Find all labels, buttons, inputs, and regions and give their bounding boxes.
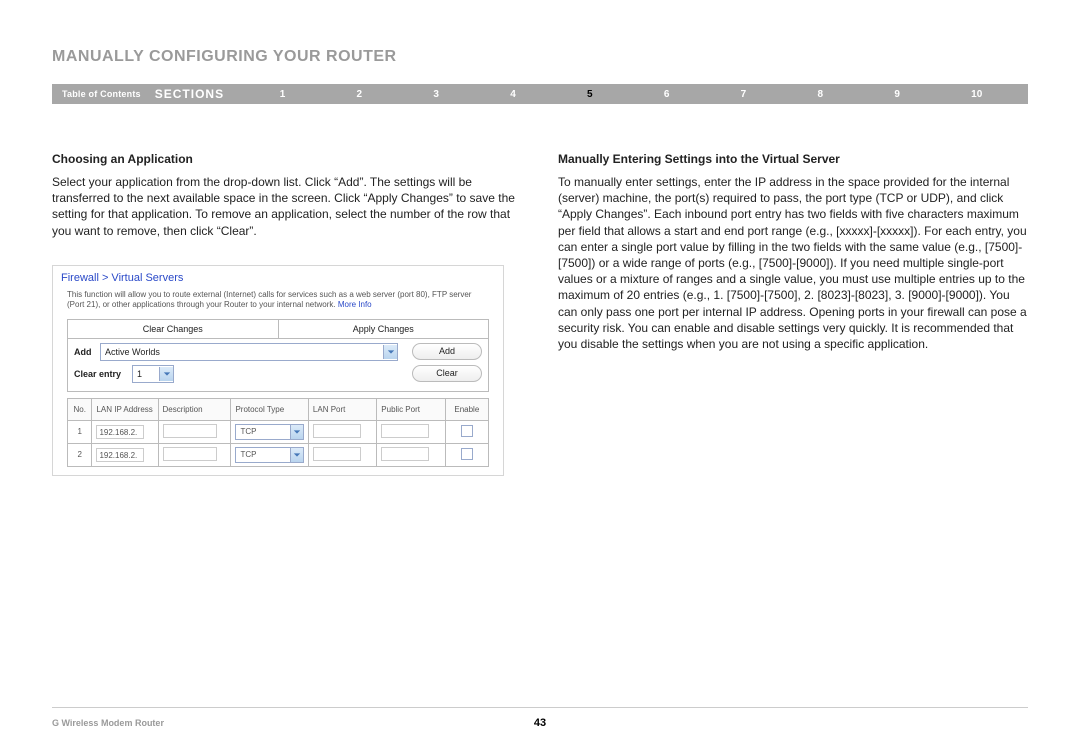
section-link-3[interactable]: 3 bbox=[433, 89, 439, 100]
public-port-field[interactable] bbox=[377, 420, 445, 443]
ip-field[interactable]: 192.168.2. bbox=[92, 443, 158, 466]
protocol-select[interactable]: TCP bbox=[231, 420, 308, 443]
row-no: 1 bbox=[68, 420, 92, 443]
clear-button[interactable]: Clear bbox=[412, 365, 482, 382]
section-link-1[interactable]: 1 bbox=[280, 89, 286, 100]
protocol-select[interactable]: TCP bbox=[231, 443, 308, 466]
table-row: 2192.168.2. TCP bbox=[68, 443, 489, 466]
col-proto: Protocol Type bbox=[231, 398, 308, 420]
section-link-8[interactable]: 8 bbox=[818, 89, 824, 100]
toc-link[interactable]: Table of Contents bbox=[52, 89, 155, 99]
public-port-field[interactable] bbox=[377, 443, 445, 466]
shot-description: This function will allow you to route ex… bbox=[61, 290, 495, 311]
section-link-6[interactable]: 6 bbox=[664, 89, 670, 100]
row-no: 2 bbox=[68, 443, 92, 466]
add-label: Add bbox=[74, 347, 100, 357]
apply-changes-button[interactable]: Apply Changes bbox=[279, 320, 489, 338]
application-select[interactable]: Active Worlds bbox=[100, 343, 398, 361]
clear-entry-select[interactable]: 1 bbox=[132, 365, 174, 383]
enable-checkbox[interactable] bbox=[445, 443, 488, 466]
enable-checkbox[interactable] bbox=[445, 420, 488, 443]
section-link-4[interactable]: 4 bbox=[510, 89, 516, 100]
section-link-5[interactable]: 5 bbox=[587, 89, 593, 100]
chevron-down-icon bbox=[159, 367, 173, 381]
footer-product: G Wireless Modem Router bbox=[52, 718, 164, 728]
section-link-9[interactable]: 9 bbox=[894, 89, 900, 100]
right-heading: Manually Entering Settings into the Virt… bbox=[558, 152, 1028, 166]
col-desc: Description bbox=[158, 398, 231, 420]
clear-changes-button[interactable]: Clear Changes bbox=[68, 320, 279, 338]
breadcrumb[interactable]: Firewall > Virtual Servers bbox=[61, 272, 495, 284]
lan-port-field[interactable] bbox=[308, 443, 376, 466]
chevron-down-icon bbox=[383, 345, 397, 359]
more-info-link[interactable]: More Info bbox=[338, 300, 372, 309]
footer-divider bbox=[52, 707, 1028, 708]
section-link-7[interactable]: 7 bbox=[741, 89, 747, 100]
col-no: No. bbox=[68, 398, 92, 420]
section-navbar: Table of Contents SECTIONS 1 2 3 4 5 6 7 8 9 10 bbox=[52, 84, 1028, 104]
chevron-down-icon bbox=[290, 448, 303, 462]
page-number: 43 bbox=[534, 717, 546, 729]
virtual-server-table: No. LAN IP Address Description Protocol … bbox=[67, 398, 489, 467]
ip-field[interactable]: 192.168.2. bbox=[92, 420, 158, 443]
sections-label: SECTIONS bbox=[155, 87, 244, 101]
add-button[interactable]: Add bbox=[412, 343, 482, 360]
chevron-down-icon bbox=[290, 425, 303, 439]
desc-field[interactable] bbox=[158, 443, 231, 466]
col-lan-port: LAN Port bbox=[308, 398, 376, 420]
virtual-server-screenshot: Firewall > Virtual Servers This function… bbox=[52, 265, 504, 476]
section-link-2[interactable]: 2 bbox=[357, 89, 363, 100]
table-row: 1192.168.2. TCP bbox=[68, 420, 489, 443]
clear-entry-label: Clear entry bbox=[74, 369, 132, 379]
lan-port-field[interactable] bbox=[308, 420, 376, 443]
col-public-port: Public Port bbox=[377, 398, 445, 420]
section-link-10[interactable]: 10 bbox=[971, 89, 982, 100]
left-body: Select your application from the drop-do… bbox=[52, 174, 522, 239]
col-enable: Enable bbox=[445, 398, 488, 420]
desc-field[interactable] bbox=[158, 420, 231, 443]
right-body: To manually enter settings, enter the IP… bbox=[558, 174, 1028, 352]
col-ip: LAN IP Address bbox=[92, 398, 158, 420]
left-heading: Choosing an Application bbox=[52, 152, 522, 166]
page-title: MANUALLY CONFIGURING YOUR ROUTER bbox=[52, 48, 1028, 66]
